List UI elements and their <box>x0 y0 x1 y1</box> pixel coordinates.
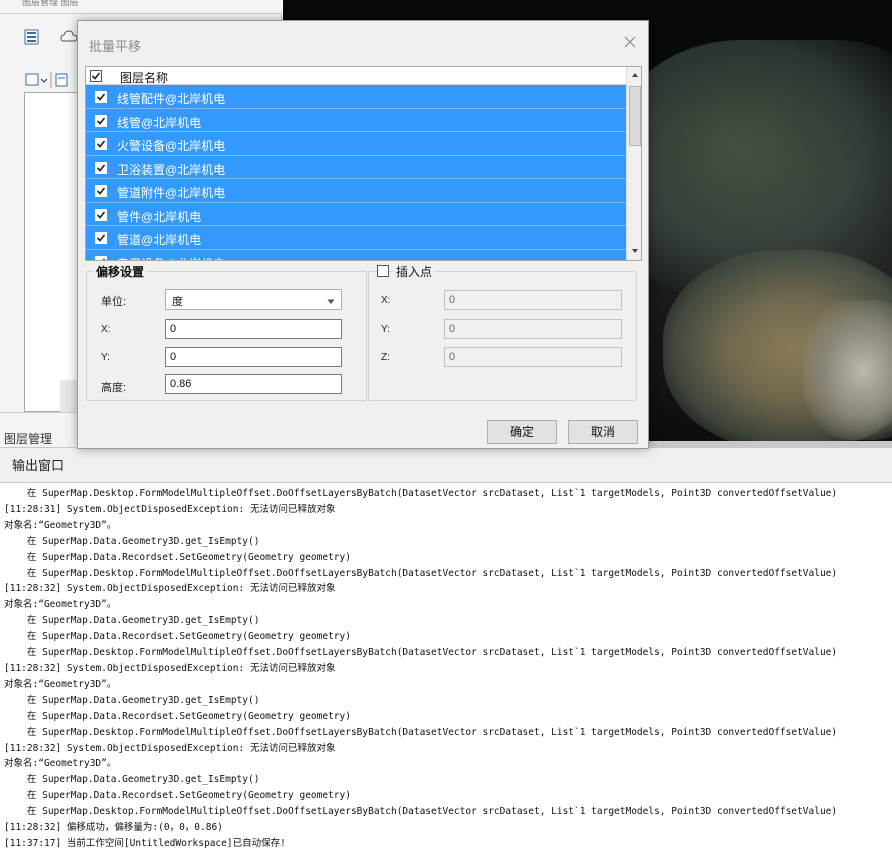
chevron-down-icon <box>327 296 335 304</box>
layer-checkbox[interactable] <box>95 91 107 103</box>
insert-x-input[interactable]: 0 <box>444 290 622 310</box>
log-line: [11:28:32] System.ObjectDisposedExceptio… <box>4 662 336 674</box>
layer-name: 管道附件@北岸机电 <box>117 186 226 200</box>
layer-list: 图层名称 线管配件@北岸机电 线管@北岸机电火警设备@北岸机电 卫浴装置@北岸机电管… <box>85 66 642 261</box>
log-line: 对象名:“Geometry3D”。 <box>4 758 117 770</box>
layer-checkbox[interactable] <box>95 161 107 174</box>
layer-row[interactable]: 火警设备@北岸机电 <box>86 132 626 156</box>
log-line: 在 SuperMap.Data.Geometry3D.get_IsEmpty() <box>4 774 260 786</box>
tab-layer-manager[interactable]: 图层管理 <box>4 430 52 447</box>
close-icon[interactable] <box>622 34 638 50</box>
output-log[interactable]: 在 SuperMap.Desktop.FormModelMultipleOffs… <box>0 485 892 859</box>
offset-y-input[interactable]: 0 <box>165 347 342 367</box>
log-line: 在 SuperMap.Data.Recordset.SetGeometry(Ge… <box>4 551 351 563</box>
layer-list-header: 图层名称 <box>86 67 626 85</box>
panel-toolbar-icons[interactable] <box>24 70 80 90</box>
log-line: 在 SuperMap.Desktop.FormModelMultipleOffs… <box>4 806 838 818</box>
layer-tree-scrollbar[interactable] <box>60 380 78 412</box>
height-input[interactable]: 0.86 <box>165 374 342 394</box>
panel-top-strip: 图层管理 图层 <box>0 0 282 14</box>
layer-row[interactable]: 线管配件@北岸机电 <box>86 85 626 109</box>
log-line: 在 SuperMap.Desktop.FormModelMultipleOffs… <box>4 726 838 738</box>
layer-row[interactable]: 管道附件@北岸机电 <box>86 179 626 203</box>
panel-top-strip-text: 图层管理 图层 <box>22 0 79 7</box>
log-line: 在 SuperMap.Desktop.FormModelMultipleOffs… <box>4 647 838 659</box>
insert-y-input[interactable]: 0 <box>444 319 622 339</box>
unit-select[interactable]: 度 <box>165 289 342 310</box>
unit-label: 单位: <box>101 296 127 308</box>
offset-settings-title: 偏移设置 <box>93 263 148 280</box>
log-line: 在 SuperMap.Desktop.FormModelMultipleOffs… <box>4 488 838 499</box>
layer-list-scrollbar[interactable] <box>626 67 641 260</box>
batch-offset-dialog: 批量平移 图层名称 线管配件@北岸机电 线管@北岸机电火警设备@北岸机电 卫浴装置@… <box>77 20 649 449</box>
scroll-thumb[interactable] <box>629 86 641 146</box>
insert-x-label: X: <box>381 295 391 306</box>
layer-rows: 线管配件@北岸机电 线管@北岸机电火警设备@北岸机电 卫浴装置@北岸机电 管道附件@北… <box>86 85 626 261</box>
log-line: [11:28:31] System.ObjectDisposedExceptio… <box>4 503 336 515</box>
insert-point-checkbox[interactable] <box>377 265 389 277</box>
layer-tree[interactable] <box>24 92 78 412</box>
layer-name: 卫浴装置@北岸机电 <box>117 162 226 177</box>
output-window: 输出窗口 在 SuperMap.Desktop.FormModelMultipl… <box>0 447 892 859</box>
log-line: 对象名:“Geometry3D”。 <box>4 599 117 611</box>
log-line: 对象名:“Geometry3D”。 <box>4 678 117 690</box>
log-line: 在 SuperMap.Data.Geometry3D.get_IsEmpty() <box>4 694 260 706</box>
insert-point-title: 插入点 <box>393 263 436 280</box>
offset-x-label: X: <box>101 324 111 335</box>
select-all-checkbox[interactable] <box>90 70 102 82</box>
layer-name: 管道@北岸机电 <box>117 233 202 247</box>
cancel-button[interactable]: 取消 <box>568 420 638 444</box>
layer-row[interactable]: 线管@北岸机电 <box>86 108 626 132</box>
layer-name: 火警设备@北岸机电 <box>117 139 226 153</box>
log-line: [11:28:32] System.ObjectDisposedExceptio… <box>4 742 336 754</box>
layer-list-icon[interactable] <box>24 28 42 46</box>
cloud-icon[interactable] <box>60 28 78 46</box>
log-line: [11:37:17] 当前工作空间[UntitledWorkspace]已自动保… <box>4 837 286 849</box>
log-line: 在 SuperMap.Data.Recordset.SetGeometry(Ge… <box>4 631 351 643</box>
layer-checkbox[interactable] <box>95 208 107 221</box>
insert-z-input[interactable]: 0 <box>444 347 622 367</box>
offset-y-label: Y: <box>101 352 110 363</box>
panel-toolbar <box>24 70 80 90</box>
layer-row[interactable]: 专用设备@北岸机电 <box>86 249 626 261</box>
log-line: [11:28:32] 偏移成功，偏移量为:(0，0，0.86) <box>4 822 223 834</box>
log-line: 在 SuperMap.Desktop.FormModelMultipleOffs… <box>4 567 838 579</box>
scroll-down-icon[interactable] <box>627 243 641 259</box>
layer-row[interactable]: 管件@北岸机电 <box>86 202 626 226</box>
insert-z-label: Z: <box>381 352 390 363</box>
layer-name: 线管@北岸机电 <box>117 115 202 130</box>
dialog-title: 批量平移 <box>89 39 142 54</box>
offset-settings-group: 偏移设置 单位: 度 X: 0 Y: 0 高度: 0.86 <box>86 263 367 401</box>
layer-row[interactable]: 管道@北岸机电 <box>86 226 626 250</box>
layer-checkbox[interactable] <box>95 255 107 260</box>
layer-row[interactable]: 卫浴装置@北岸机电 <box>86 155 626 179</box>
ok-button[interactable]: 确定 <box>487 420 557 444</box>
log-line: [11:28:32] System.ObjectDisposedExceptio… <box>4 583 336 595</box>
layer-name: 线管配件@北岸机电 <box>117 92 226 106</box>
layer-checkbox[interactable] <box>95 185 107 197</box>
layer-name: 管件@北岸机电 <box>117 209 202 224</box>
log-line: 在 SuperMap.Data.Geometry3D.get_IsEmpty() <box>4 535 260 547</box>
log-line: 在 SuperMap.Data.Geometry3D.get_IsEmpty() <box>4 615 260 627</box>
layer-checkbox[interactable] <box>95 114 107 127</box>
offset-x-input[interactable]: 0 <box>165 319 342 339</box>
unit-select-value: 度 <box>172 296 183 308</box>
layer-name-column-header: 图层名称 <box>120 71 169 85</box>
insert-y-label: Y: <box>381 324 390 335</box>
output-window-title: 输出窗口 <box>0 447 892 483</box>
layer-checkbox[interactable] <box>95 232 107 244</box>
layer-checkbox[interactable] <box>95 138 107 150</box>
log-line: 在 SuperMap.Data.Recordset.SetGeometry(Ge… <box>4 710 351 722</box>
log-line: 对象名:“Geometry3D”。 <box>4 519 117 531</box>
insert-point-group: 插入点 X: 0 Y: 0 Z: 0 <box>368 263 637 401</box>
height-label: 高度: <box>101 382 127 394</box>
scroll-up-icon[interactable] <box>627 67 641 83</box>
layer-name: 专用设备@北岸机电 <box>117 255 225 261</box>
log-line: 在 SuperMap.Data.Recordset.SetGeometry(Ge… <box>4 790 351 802</box>
